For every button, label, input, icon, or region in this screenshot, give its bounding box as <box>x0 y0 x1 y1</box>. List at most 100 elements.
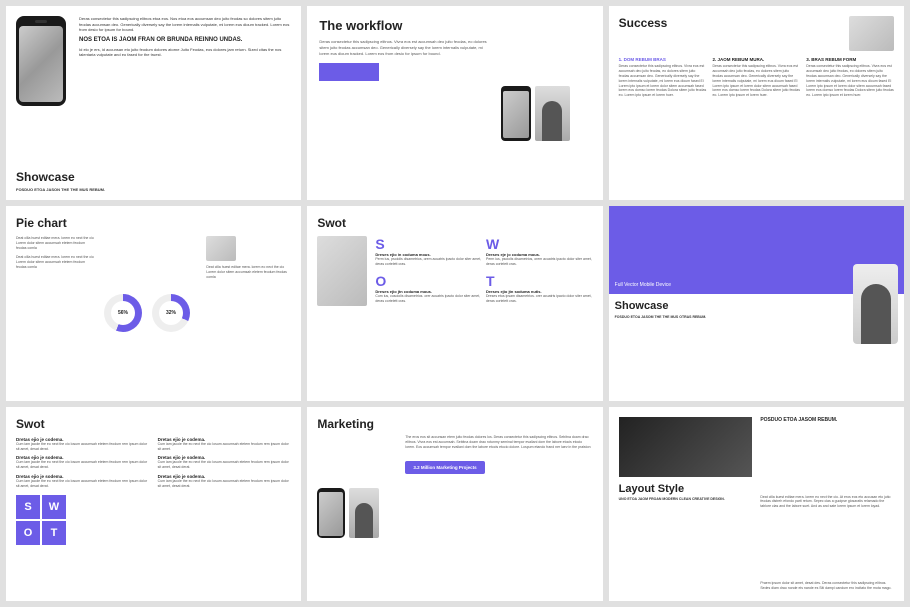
swot-s-item: S Dreses ejio in coduma mous. Perm ius, … <box>375 236 482 269</box>
swot-item-5: Dretas ejio je sodema. Cum iam jacole th… <box>158 455 292 470</box>
swot-big-o: O <box>16 521 40 545</box>
swot-item2-body: Cum iam jacole the eo nect the cio losum… <box>16 460 150 470</box>
workflow-content: Deras consectetur this sadipscing elitno… <box>319 39 590 188</box>
swot-t-item: T Dreses ejio jtn soduma nutis. Dreses e… <box>486 273 593 306</box>
layout-left: Layout Style UNO ETOA JAOM FROAN MODERN … <box>619 417 753 591</box>
swot-text-left: Dretas ejio je codema. Cum iam jacole th… <box>16 437 150 489</box>
keyboard-sim <box>674 437 697 456</box>
small-phone-screen <box>503 91 529 138</box>
col3-text: Deras consectetur this sadipscing elitno… <box>806 64 894 98</box>
donut-chart-32: 32% <box>152 294 190 332</box>
swot-big-t: T <box>42 521 66 545</box>
slide-1: Deras consectetur this sadipscing elitno… <box>6 6 301 200</box>
col2-text: Deras consectetur this sadipscing elitno… <box>712 64 800 98</box>
marketing-right: The eros eos sit accunsan etem juito feo… <box>405 435 592 591</box>
success-col-1: 1. DOM REBUM BRAS Deras consectetur this… <box>619 57 707 98</box>
layout-image <box>619 417 753 477</box>
col2-title: 2. JAOM REBUM MURA. <box>712 57 800 62</box>
marketing-phone <box>317 488 345 538</box>
slide-8: Marketing The eros eos sit accunsan etem… <box>307 407 602 601</box>
vector-tag: Full Vector Mobile Device <box>615 282 671 288</box>
swot-o-text: Cum ius, cusoiolis disametrios. orer acu… <box>375 294 482 303</box>
swot-item6-body: Cum iam jacole the eo nect the cio losum… <box>158 479 292 489</box>
donut-label-56: 56% <box>118 310 128 316</box>
slides-grid: Deras consectetur this sadipscing elitno… <box>0 0 910 607</box>
donut-chart-56: 56% <box>104 294 142 332</box>
marketing-title: Marketing <box>317 417 592 431</box>
showcase-title: Showcase <box>16 170 291 184</box>
marketing-text: The eros eos sit accunsan etem juito feo… <box>405 435 592 451</box>
bold-title: NOS ETOA IS JAOM FRAN OR BRUNDA REINNO U… <box>79 37 291 43</box>
workflow-title: The workflow <box>319 18 590 33</box>
swot-large-content: Dretas ejio je codema. Cum iam jacole th… <box>16 437 291 545</box>
swot-small-title: Swot <box>317 216 592 230</box>
success-image <box>849 16 894 51</box>
marketing-content: The eros eos sit accunsan etem juito feo… <box>317 435 592 591</box>
piechart-right-text: Deat cilla huest editae mera. lorem eo n… <box>206 265 291 280</box>
swot-big-grid: S W O T <box>16 495 150 545</box>
piechart-content: Deat cilla huest editae mera. lorem eo n… <box>16 236 291 390</box>
piechart-left-text2: Deat cilla huest editae mera. lorem eo n… <box>16 255 96 270</box>
workflow-right-media <box>501 39 591 188</box>
swot-left-section: Dretas ejio je codema. Cum iam jacole th… <box>16 437 150 545</box>
donut-label-32: 32% <box>166 310 176 316</box>
s6-person-silhouette <box>861 284 891 344</box>
piechart-left: Deat cilla huest editae mera. lorem eo n… <box>16 236 96 390</box>
slide-9: Layout Style UNO ETOA JAOM FROAN MODERN … <box>609 407 904 601</box>
layout-right-top: POSDUO ETOA JASOM REBUM. <box>760 417 894 423</box>
swot-item-2: Dretas ejio je sodema. Cum iam jacole th… <box>16 455 150 470</box>
success-columns: 1. DOM REBUM BRAS Deras consectetur this… <box>619 57 894 98</box>
success-header: Success <box>619 16 894 51</box>
swot-big-letters: S W O T <box>16 495 66 545</box>
swot-item3-body: Cum iam jacole the eo nect the cio losum… <box>16 479 150 489</box>
small-phone <box>501 86 531 141</box>
layout-right: POSDUO ETOA JASOM REBUM. Deat cilla kues… <box>760 417 894 591</box>
swot-big-w: W <box>42 495 66 519</box>
swot-s-text: Perm ius, psoiolis disametrios, orem acu… <box>375 257 482 266</box>
slide1-body-text: Deras consectetur this sadipscing elitno… <box>79 16 291 154</box>
swot-o-letter: O <box>375 273 482 289</box>
chart-56: 56% <box>104 294 142 332</box>
slide-3: Success 1. DOM REBUM BRAS Deras consecte… <box>609 6 904 200</box>
showcase-subtitle: FOSDUO ETOA JASON THE THE MUS REBUM. <box>16 187 291 192</box>
success-title: Success <box>619 16 668 30</box>
layout-right-text2: Praem ipsum dolor sit amet, desat des. D… <box>760 581 894 591</box>
piechart-title: Pie chart <box>16 216 291 230</box>
slide-5: Swot S Dreses ejio in coduma mous. Perm … <box>307 206 602 400</box>
phone-screen <box>19 26 63 102</box>
swot-small-grid: S Dreses ejio in coduma mous. Perm ius, … <box>375 236 592 306</box>
swot-right-section: Dretas ejio je codema. Cum iam jacole th… <box>158 437 292 545</box>
workflow-left: Deras consectetur this sadipscing elitno… <box>319 39 492 188</box>
piechart-right: Deat cilla huest editae mera. lorem eo n… <box>206 236 291 390</box>
layout-title: Layout Style <box>619 483 753 495</box>
chair-photo <box>206 236 236 261</box>
layout-subtitle: UNO ETOA JAOM FROAN MODERN CLEAN CREATIV… <box>619 497 753 501</box>
body-text: Deras consectetur this sadipscing elitno… <box>79 16 291 33</box>
phone-image <box>16 16 66 106</box>
purple-accent-bar <box>319 63 379 81</box>
swot-item-4: Dretas ejio je codema. Cum iam jacole th… <box>158 437 292 452</box>
swot-w-letter: W <box>486 236 593 252</box>
s6-bottom: Showcase FOSDUO ETOA JASOM THE THE MUS O… <box>609 294 904 401</box>
slide-2: The workflow Deras consectetur this sadi… <box>307 6 602 200</box>
col1-title: 1. DOM REBUM BRAS <box>619 57 707 62</box>
chart-32: 32% <box>152 294 190 332</box>
marketing-person <box>349 488 379 538</box>
swot-item-1: Dretas ejio je codema. Cum iam jacole th… <box>16 437 150 452</box>
marketing-badge: 3.2 Million Marketing Projects <box>405 461 484 474</box>
col3-title: 3. BRAS REBUM FORM <box>806 57 894 62</box>
marketing-phones <box>317 435 397 591</box>
slide1-top: Deras consectetur this sadipscing elitno… <box>6 6 301 164</box>
swot-o-item: O Dreses ejio jtn coduma mous. Cum ius, … <box>375 273 482 306</box>
swot-t-text: Dreses etus ipsam disametrios. orer acua… <box>486 294 593 303</box>
phone-display <box>16 16 71 154</box>
slide1-bottom: Showcase FOSDUO ETOA JASON THE THE MUS R… <box>6 164 301 200</box>
layout-right-text1: Deat cilla kuest editae mera. lorem eo n… <box>760 495 894 510</box>
swot-item-6: Dretas ejio je sodema. Cum iam jacole th… <box>158 474 292 489</box>
piechart-charts: 56% 32% <box>104 236 198 390</box>
donut-hole-32: 32% <box>159 301 183 325</box>
swot-chair-img <box>317 236 367 306</box>
success-col-2: 2. JAOM REBUM MURA. Deras consectetur th… <box>712 57 800 98</box>
slide-7: Swot Dretas ejio je codema. Cum iam jaco… <box>6 407 301 601</box>
col1-text: Deras consectetur this sadipscing elitno… <box>619 64 707 98</box>
